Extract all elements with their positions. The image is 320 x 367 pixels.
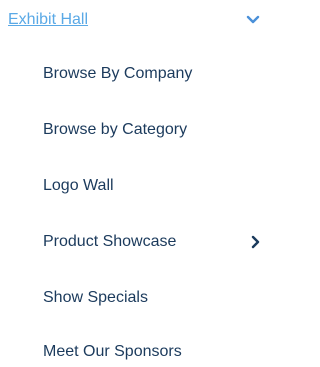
submenu-item-browse-by-company[interactable]: Browse By Company <box>0 59 268 89</box>
exhibit-hall-header[interactable]: Exhibit Hall <box>0 0 268 40</box>
submenu-item-label: Meet Our Sponsors <box>43 343 182 360</box>
submenu-item-browse-by-category[interactable]: Browse by Category <box>0 115 268 145</box>
submenu-item-label: Browse by Category <box>43 121 188 138</box>
submenu-item-show-specials[interactable]: Show Specials <box>0 283 268 313</box>
exhibit-hall-menu: Exhibit Hall Browse By Company Browse by… <box>0 0 268 362</box>
submenu-item-meet-our-sponsors[interactable]: Meet Our Sponsors <box>0 337 268 367</box>
submenu-item-label: Show Specials <box>43 289 148 306</box>
chevron-right-icon[interactable] <box>249 234 263 250</box>
chevron-down-icon[interactable] <box>245 12 261 28</box>
exhibit-hall-link[interactable]: Exhibit Hall <box>8 10 88 30</box>
submenu-item-product-showcase[interactable]: Product Showcase <box>0 227 268 257</box>
submenu-item-label: Browse By Company <box>43 65 193 82</box>
submenu-item-label: Product Showcase <box>43 233 177 250</box>
submenu-item-label: Logo Wall <box>43 177 114 194</box>
submenu-item-logo-wall[interactable]: Logo Wall <box>0 171 268 201</box>
